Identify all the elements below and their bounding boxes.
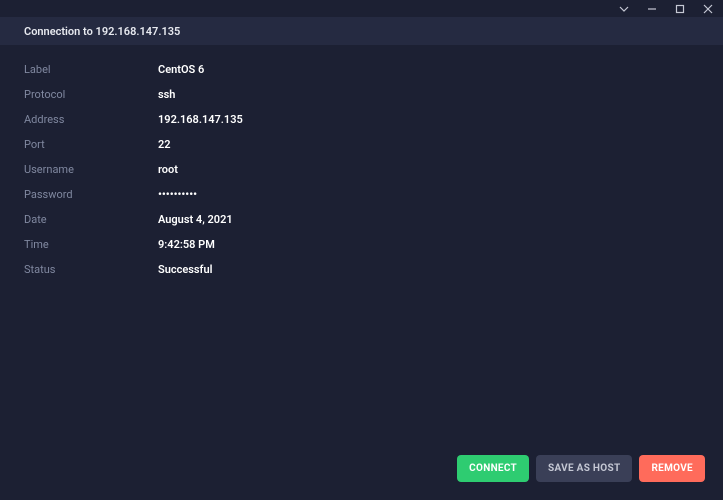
- field-value: 22: [158, 138, 171, 151]
- field-value: CentOS 6: [158, 63, 204, 76]
- row-status: Status Successful: [24, 257, 699, 282]
- field-label: Time: [24, 238, 158, 251]
- window-controls: [617, 2, 715, 16]
- connect-button[interactable]: CONNECT: [457, 455, 529, 482]
- row-address: Address 192.168.147.135: [24, 107, 699, 132]
- row-password: Password ••••••••••: [24, 182, 699, 207]
- row-username: Username root: [24, 157, 699, 182]
- maximize-icon[interactable]: [673, 2, 687, 16]
- footer: CONNECT SAVE AS HOST REMOVE: [457, 455, 705, 482]
- header-title: Connection to 192.168.147.135: [24, 25, 180, 38]
- field-value: August 4, 2021: [158, 213, 233, 226]
- close-icon[interactable]: [701, 2, 715, 16]
- field-label: Protocol: [24, 88, 158, 101]
- field-label: Date: [24, 213, 158, 226]
- field-label: Password: [24, 188, 158, 201]
- field-value: root: [158, 163, 178, 176]
- row-protocol: Protocol ssh: [24, 82, 699, 107]
- field-value: ••••••••••: [158, 188, 197, 201]
- remove-button[interactable]: REMOVE: [639, 455, 705, 482]
- header: Connection to 192.168.147.135: [0, 17, 723, 45]
- field-label: Username: [24, 163, 158, 176]
- field-label: Port: [24, 138, 158, 151]
- row-date: Date August 4, 2021: [24, 207, 699, 232]
- field-label: Address: [24, 113, 158, 126]
- field-label: Label: [24, 63, 158, 76]
- save-as-host-button[interactable]: SAVE AS HOST: [536, 455, 632, 482]
- field-value: ssh: [158, 88, 175, 101]
- row-time: Time 9:42:58 PM: [24, 232, 699, 257]
- field-value: 9:42:58 PM: [158, 238, 215, 251]
- field-label: Status: [24, 263, 158, 276]
- row-port: Port 22: [24, 132, 699, 157]
- field-value: 192.168.147.135: [158, 113, 243, 126]
- field-value: Successful: [158, 263, 212, 276]
- titlebar: [0, 0, 723, 17]
- dropdown-icon[interactable]: [617, 2, 631, 16]
- row-label: Label CentOS 6: [24, 57, 699, 82]
- minimize-icon[interactable]: [645, 2, 659, 16]
- content: Label CentOS 6 Protocol ssh Address 192.…: [0, 45, 723, 294]
